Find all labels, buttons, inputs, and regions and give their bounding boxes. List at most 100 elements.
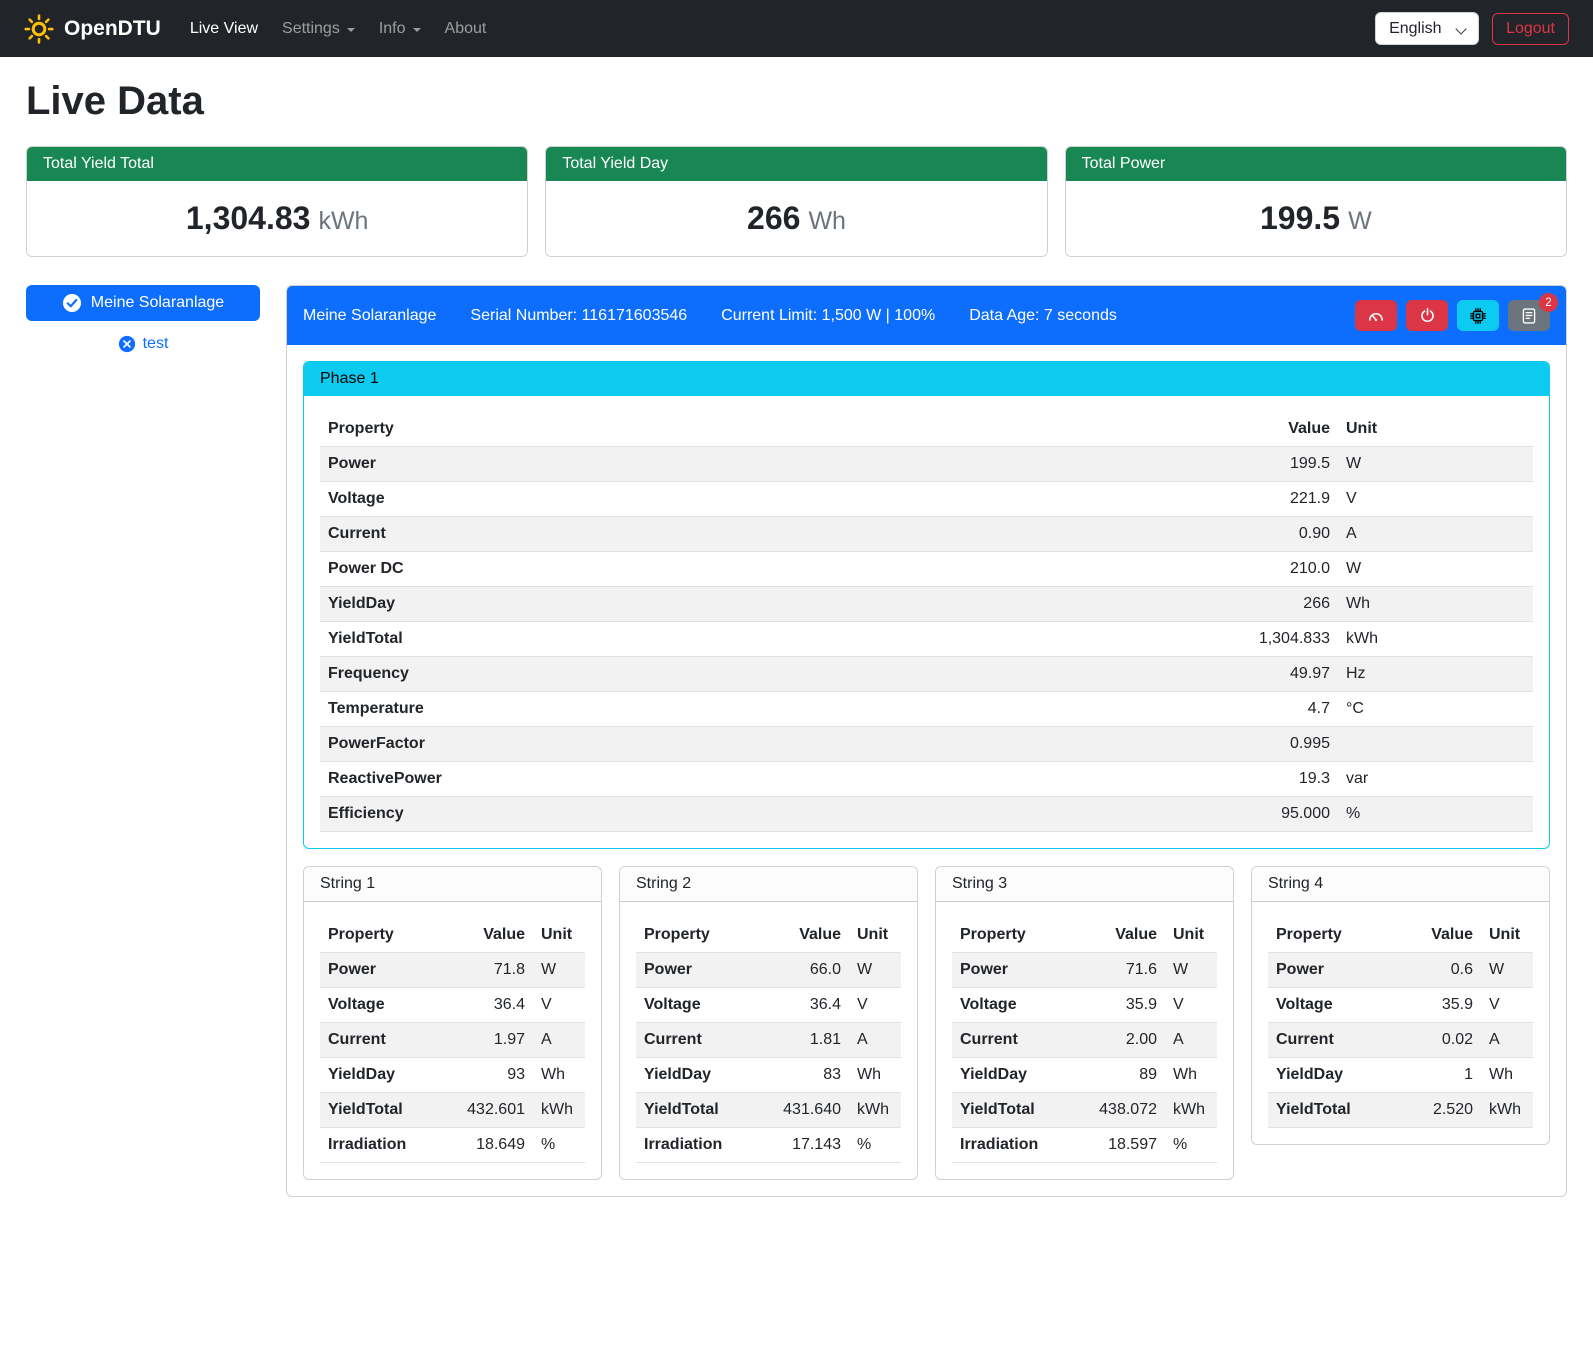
value-cell: 18.649 — [459, 1128, 533, 1163]
table-row: YieldDay 93 Wh — [320, 1058, 585, 1093]
event-log-button[interactable]: 2 — [1508, 300, 1550, 331]
cpu-icon — [1469, 307, 1487, 325]
string-table: Property Value Unit Power — [636, 918, 901, 1163]
column-header-value: Value — [459, 918, 533, 953]
brand-label: OpenDTU — [64, 17, 161, 41]
limit-settings-button[interactable] — [1355, 300, 1397, 331]
value-cell: 36.4 — [459, 988, 533, 1023]
table-row: Voltage 35.9 V — [952, 988, 1217, 1023]
chevron-down-icon — [413, 28, 421, 32]
column-header-unit: Unit — [1165, 918, 1217, 953]
value-cell: 1.97 — [459, 1023, 533, 1058]
table-row: Current 1.81 A — [636, 1023, 901, 1058]
property-cell: YieldDay — [320, 587, 1208, 622]
inverter-panel: Meine Solaranlage Serial Number: 1161716… — [286, 285, 1567, 1197]
brand[interactable]: OpenDTU — [24, 14, 161, 44]
nav-links: Live View Settings Info About — [179, 12, 1375, 46]
property-cell: Temperature — [320, 692, 1208, 727]
column-header-value: Value — [1091, 918, 1165, 953]
table-row: YieldDay 266 Wh — [320, 587, 1533, 622]
table-row: Power 71.8 W — [320, 953, 585, 988]
check-circle-icon — [62, 293, 82, 313]
table-row: Voltage 36.4 V — [636, 988, 901, 1023]
inverter-serial: Serial Number: 116171603546 — [470, 307, 687, 325]
property-cell: Efficiency — [320, 797, 1208, 832]
property-cell: YieldTotal — [636, 1093, 775, 1128]
summary-card: Total Yield Day 266Wh — [545, 146, 1047, 257]
table-row: ReactivePower 19.3 var — [320, 762, 1533, 797]
sun-icon — [24, 14, 54, 44]
table-header-row: Property Value Unit — [320, 918, 585, 953]
value-cell: 18.597 — [1091, 1128, 1165, 1163]
property-cell: Power — [320, 953, 459, 988]
table-row: YieldTotal 431.640 kWh — [636, 1093, 901, 1128]
property-cell: Voltage — [320, 988, 459, 1023]
table-row: Irradiation 18.597 % — [952, 1128, 1217, 1163]
summary-card-unit: Wh — [808, 207, 846, 235]
property-cell: PowerFactor — [320, 727, 1208, 762]
unit-cell: V — [1338, 482, 1533, 517]
power-icon — [1419, 307, 1436, 324]
value-cell: 1,304.833 — [1208, 622, 1338, 657]
nav-about[interactable]: About — [434, 12, 498, 46]
table-row: YieldTotal 438.072 kWh — [952, 1093, 1217, 1128]
sidebar-item-test[interactable]: test — [26, 335, 260, 353]
table-row: Frequency 49.97 Hz — [320, 657, 1533, 692]
value-cell: 19.3 — [1208, 762, 1338, 797]
language-select-wrap: English — [1375, 12, 1479, 45]
table-row: Power 0.6 W — [1268, 953, 1533, 988]
main-container: Live Data Total Yield Total 1,304.83kWh … — [0, 57, 1593, 1223]
column-header-value: Value — [1407, 918, 1481, 953]
property-cell: ReactivePower — [320, 762, 1208, 797]
property-cell: YieldDay — [1268, 1058, 1407, 1093]
value-cell: 83 — [775, 1058, 849, 1093]
nav-settings[interactable]: Settings — [271, 12, 366, 46]
value-cell: 210.0 — [1208, 552, 1338, 587]
summary-card: Total Yield Total 1,304.83kWh — [26, 146, 528, 257]
property-cell: Current — [1268, 1023, 1407, 1058]
unit-cell: °C — [1338, 692, 1533, 727]
nav-live-view[interactable]: Live View — [179, 12, 269, 46]
summary-card-body: 1,304.83kWh — [27, 181, 527, 256]
property-cell: Voltage — [636, 988, 775, 1023]
value-cell: 95.000 — [1208, 797, 1338, 832]
unit-cell: A — [849, 1023, 901, 1058]
property-cell: YieldTotal — [1268, 1093, 1407, 1128]
property-cell: YieldTotal — [320, 622, 1208, 657]
logout-button[interactable]: Logout — [1492, 13, 1569, 45]
value-cell: 199.5 — [1208, 447, 1338, 482]
unit-cell: % — [849, 1128, 901, 1163]
string-card-title: String 4 — [1252, 867, 1549, 902]
value-cell: 1 — [1407, 1058, 1481, 1093]
unit-cell: W — [533, 953, 585, 988]
unit-cell: % — [1338, 797, 1533, 832]
value-cell: 438.072 — [1091, 1093, 1165, 1128]
table-row: PowerFactor 0.995 — [320, 727, 1533, 762]
nav-info[interactable]: Info — [368, 12, 432, 46]
power-button[interactable] — [1406, 300, 1448, 331]
column-header-unit: Unit — [1338, 412, 1533, 447]
language-select[interactable]: English — [1375, 12, 1479, 45]
unit-cell: W — [1481, 953, 1533, 988]
nav-settings-label: Settings — [282, 20, 340, 38]
value-cell: 2.00 — [1091, 1023, 1165, 1058]
column-header-unit: Unit — [849, 918, 901, 953]
table-header-row: Property Value Unit — [952, 918, 1217, 953]
sidebar-item-meine-solaranlage[interactable]: Meine Solaranlage — [26, 285, 260, 321]
string-table: Property Value Unit Power — [1268, 918, 1533, 1128]
device-info-button[interactable] — [1457, 300, 1499, 331]
summary-card-value: 1,304.83 — [186, 200, 311, 236]
unit-cell: kWh — [849, 1093, 901, 1128]
unit-cell: W — [1338, 552, 1533, 587]
table-row: Irradiation 17.143 % — [636, 1128, 901, 1163]
value-cell: 2.520 — [1407, 1093, 1481, 1128]
unit-cell — [1338, 727, 1533, 762]
property-cell: Irradiation — [636, 1128, 775, 1163]
table-row: Current 0.90 A — [320, 517, 1533, 552]
table-row: YieldTotal 1,304.833 kWh — [320, 622, 1533, 657]
table-header-row: Property Value Unit — [636, 918, 901, 953]
unit-cell: var — [1338, 762, 1533, 797]
table-row: Voltage 36.4 V — [320, 988, 585, 1023]
content-row: Meine Solaranlage test Meine Solaranlage… — [26, 285, 1567, 1197]
summary-card-title: Total Yield Total — [27, 147, 527, 181]
